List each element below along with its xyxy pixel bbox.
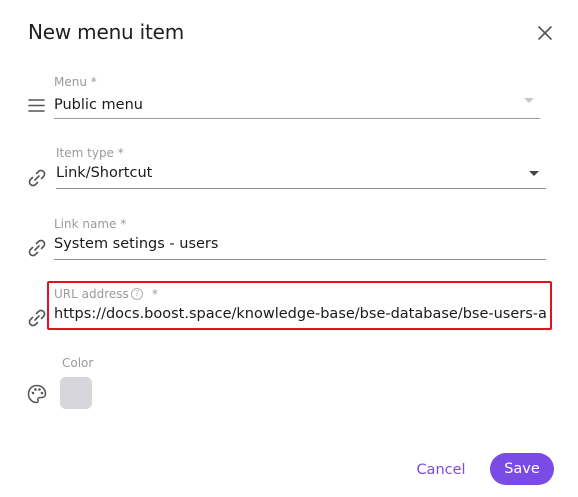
help-icon[interactable]: ? bbox=[131, 288, 143, 300]
menu-field-underline bbox=[54, 118, 540, 119]
dialog-title: New menu item bbox=[28, 20, 185, 44]
chevron-down-icon bbox=[524, 98, 534, 103]
close-icon[interactable] bbox=[535, 23, 555, 43]
item-type-field-label: Item type * bbox=[56, 146, 124, 160]
item-type-field-underline bbox=[56, 188, 546, 189]
palette-icon bbox=[27, 384, 47, 404]
url-address-field-label: URL address bbox=[54, 287, 129, 301]
link-icon bbox=[28, 309, 46, 327]
link-icon bbox=[28, 239, 46, 257]
required-marker: * bbox=[152, 287, 158, 301]
menu-field-value[interactable]: Public menu bbox=[54, 97, 514, 113]
color-swatch[interactable] bbox=[60, 377, 92, 409]
menu-lines-icon bbox=[28, 99, 45, 112]
color-field-label: Color bbox=[62, 356, 94, 370]
link-icon bbox=[28, 169, 46, 187]
cancel-button[interactable]: Cancel bbox=[408, 455, 474, 485]
item-type-field-value[interactable]: Link/Shortcut bbox=[56, 165, 516, 181]
link-name-field-underline bbox=[54, 259, 546, 260]
save-button[interactable]: Save bbox=[490, 453, 554, 485]
chevron-down-icon[interactable] bbox=[529, 171, 539, 176]
link-name-input[interactable]: System setings - users bbox=[54, 236, 544, 252]
url-address-input[interactable]: https://docs.boost.space/knowledge-base/… bbox=[54, 306, 546, 322]
menu-field-label: Menu * bbox=[54, 75, 97, 89]
link-name-field-label: Link name * bbox=[54, 217, 127, 231]
